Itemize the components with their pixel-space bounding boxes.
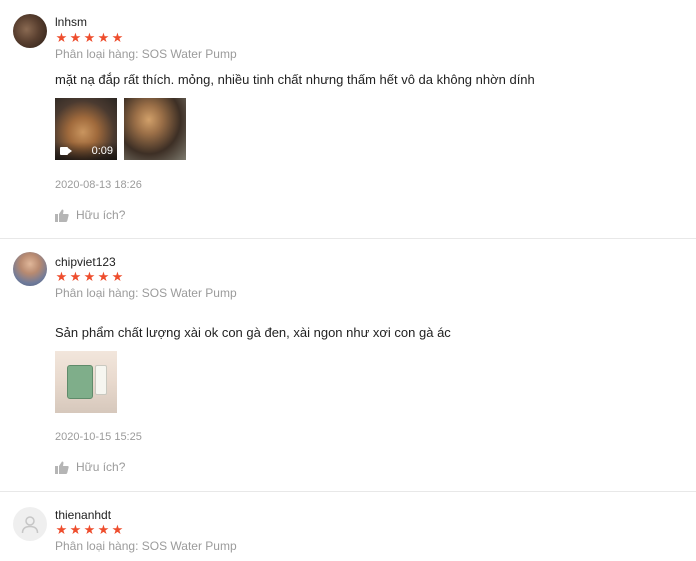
star-icon: ★: [83, 269, 96, 284]
avatar[interactable]: [13, 252, 47, 286]
thumbs-up-icon: [55, 209, 69, 222]
star-icon: ★: [111, 269, 124, 284]
helpful-button[interactable]: Hữu ích?: [55, 460, 125, 474]
star-icon: ★: [55, 30, 68, 45]
product-bag-image: [67, 365, 93, 399]
thumbs-up-icon: [55, 461, 69, 474]
review-username[interactable]: lnhsm: [55, 15, 87, 29]
star-icon: ★: [69, 269, 82, 284]
star-icon: ★: [111, 30, 124, 45]
review-image-thumbnail[interactable]: [55, 351, 117, 413]
star-icon: ★: [97, 30, 110, 45]
star-icon: ★: [111, 522, 124, 537]
rating-stars: ★ ★ ★ ★ ★: [55, 270, 124, 283]
product-variation: Phân loại hàng: SOS Water Pump: [55, 286, 237, 300]
star-icon: ★: [83, 522, 96, 537]
user-silhouette-icon: [21, 516, 39, 534]
helpful-label: Hữu ích?: [76, 460, 126, 474]
video-duration: 0:09: [91, 145, 113, 157]
product-variation: Phân loại hàng: SOS Water Pump: [55, 539, 237, 553]
video-camera-icon: [60, 147, 72, 155]
review-comment: Sản phẩm chất lượng xài ok con gà đen, x…: [55, 325, 451, 340]
star-icon: ★: [97, 522, 110, 537]
review-media: 0:09: [55, 98, 186, 160]
review-item: lnhsm ★ ★ ★ ★ ★ Phân loại hàng: SOS Wate…: [0, 0, 696, 239]
star-icon: ★: [69, 522, 82, 537]
review-username[interactable]: thienanhdt: [55, 508, 111, 522]
helpful-button[interactable]: Hữu ích?: [55, 208, 125, 222]
review-media: [55, 351, 117, 413]
star-icon: ★: [83, 30, 96, 45]
video-bar: 0:09: [55, 142, 117, 160]
rating-stars: ★ ★ ★ ★ ★: [55, 31, 124, 44]
helpful-label: Hữu ích?: [76, 208, 126, 222]
star-icon: ★: [69, 30, 82, 45]
star-icon: ★: [55, 522, 68, 537]
review-image-thumbnail[interactable]: [124, 98, 186, 160]
review-timestamp: 2020-08-13 18:26: [55, 179, 142, 191]
avatar[interactable]: [13, 507, 47, 541]
review-timestamp: 2020-10-15 15:25: [55, 431, 142, 443]
review-item: chipviet123 ★ ★ ★ ★ ★ Phân loại hàng: SO…: [0, 239, 696, 492]
star-icon: ★: [55, 269, 68, 284]
review-video-thumbnail[interactable]: 0:09: [55, 98, 117, 160]
rating-stars: ★ ★ ★ ★ ★: [55, 523, 124, 536]
review-comment: mặt nạ đắp rất thích. mỏng, nhiều tinh c…: [55, 72, 535, 87]
avatar[interactable]: [13, 14, 47, 48]
review-item: thienanhdt ★ ★ ★ ★ ★ Phân loại hàng: SOS…: [0, 492, 696, 561]
review-username[interactable]: chipviet123: [55, 255, 116, 269]
star-icon: ★: [97, 269, 110, 284]
product-variation: Phân loại hàng: SOS Water Pump: [55, 47, 237, 61]
product-tube-image: [95, 365, 107, 395]
